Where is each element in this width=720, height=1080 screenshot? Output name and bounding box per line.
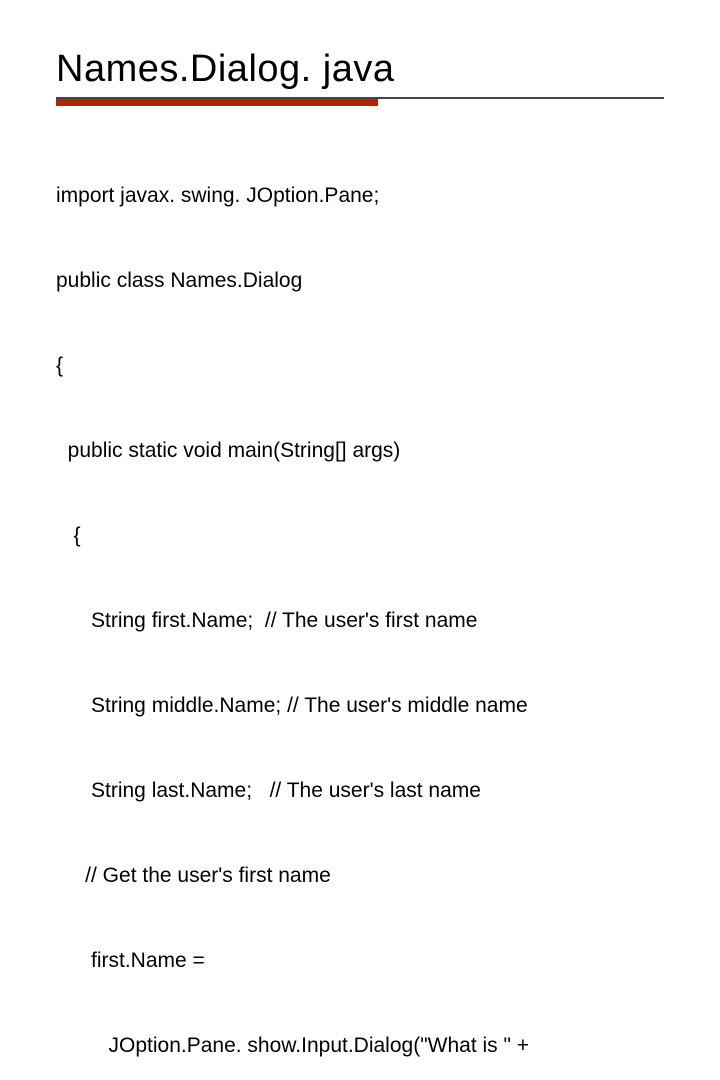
code-line: JOption.Pane. show.Input.Dialog("What is…: [56, 1032, 664, 1060]
slide-title: Names.Dialog. java: [56, 48, 664, 91]
code-line: String last.Name; // The user's last nam…: [56, 777, 664, 805]
code-block: import javax. swing. JOption.Pane; publi…: [56, 125, 664, 1080]
underline-thick: [56, 99, 378, 106]
code-line: String middle.Name; // The user's middle…: [56, 692, 664, 720]
code-line: {: [56, 522, 664, 550]
slide: Names.Dialog. java import javax. swing. …: [0, 0, 720, 540]
code-line: // Get the user's first name: [56, 862, 664, 890]
code-line: {: [56, 352, 664, 380]
code-line: public class Names.Dialog: [56, 267, 664, 295]
code-line: import javax. swing. JOption.Pane;: [56, 182, 664, 210]
title-underline: [56, 97, 664, 107]
code-line: first.Name =: [56, 947, 664, 975]
code-line: String first.Name; // The user's first n…: [56, 607, 664, 635]
code-line: public static void main(String[] args): [56, 437, 664, 465]
